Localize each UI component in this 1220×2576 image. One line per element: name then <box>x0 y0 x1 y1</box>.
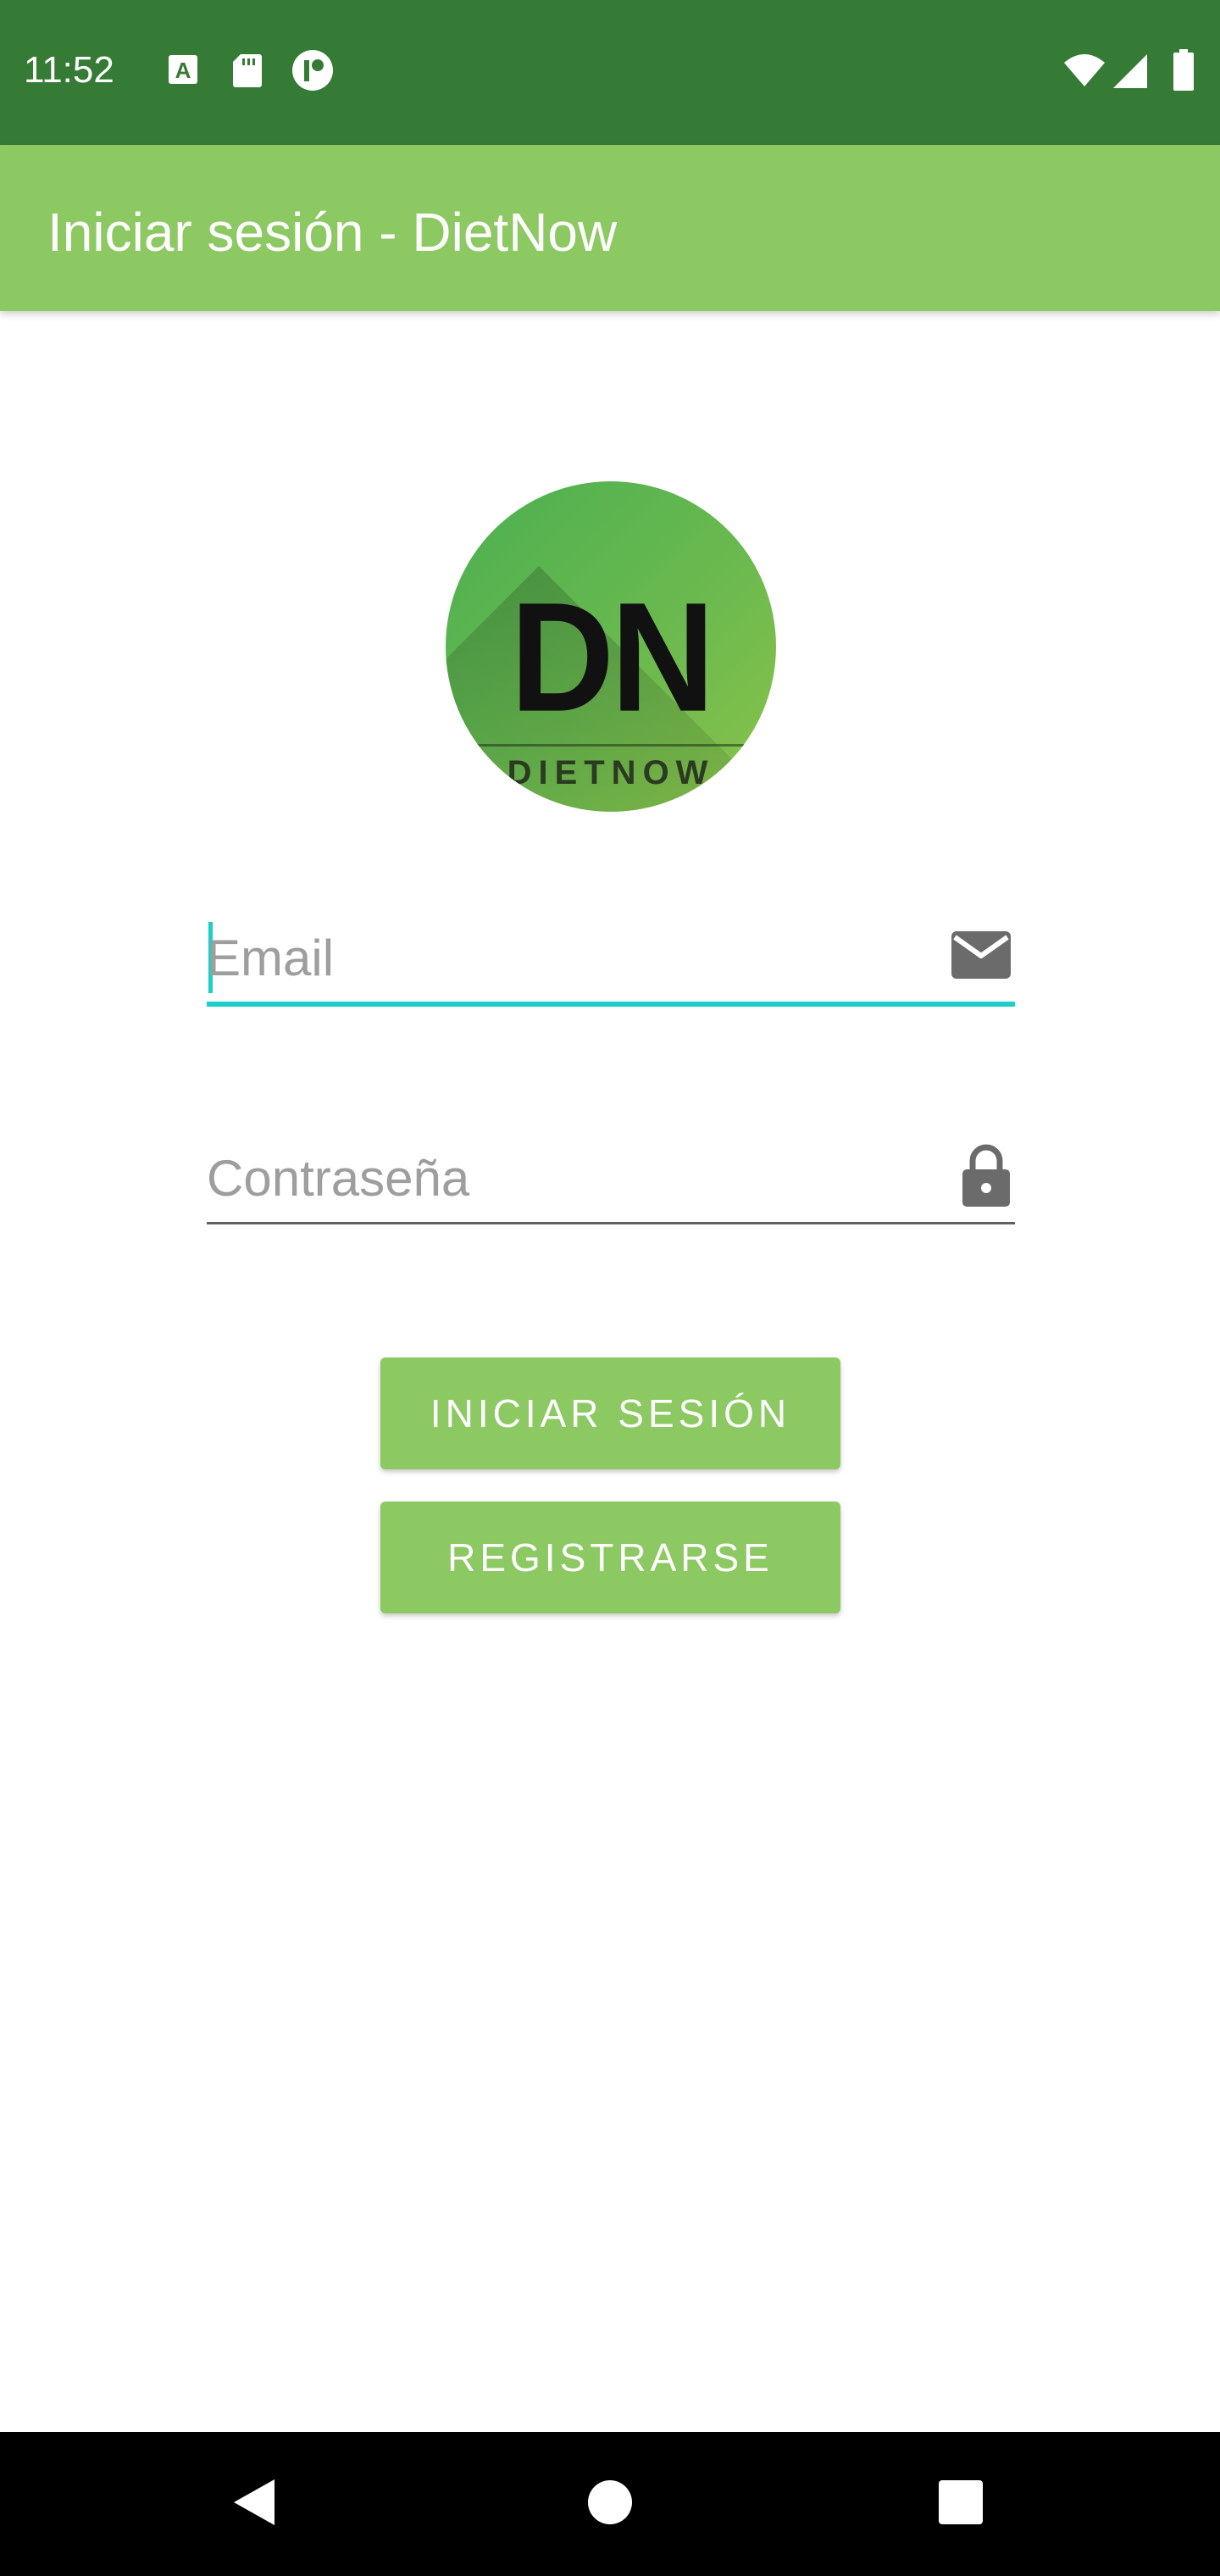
battery-icon <box>1173 49 1195 96</box>
password-underline <box>207 1222 1015 1224</box>
login-button[interactable]: INICIAR SESIÓN <box>380 1357 840 1469</box>
envelope-icon <box>951 930 1012 984</box>
login-screen: 11:52 A Iniciar sesión - DietNow DN DIET… <box>0 0 1220 2576</box>
signal-icon <box>1112 53 1149 94</box>
nav-home-button[interactable] <box>525 2432 695 2576</box>
home-icon <box>587 2479 633 2529</box>
page-title: Iniciar sesión - DietNow <box>47 202 618 263</box>
nav-back-button[interactable] <box>169 2432 339 2576</box>
logo-divider <box>471 744 751 747</box>
svg-text:A: A <box>175 58 191 83</box>
app-notification-icon <box>291 49 334 96</box>
font-a-icon: A <box>166 53 200 91</box>
lock-icon <box>961 1144 1012 1213</box>
password-input[interactable] <box>207 1135 935 1220</box>
nav-recents-button[interactable] <box>876 2432 1045 2576</box>
recents-icon <box>938 2479 984 2529</box>
system-nav-bar <box>0 2432 1220 2576</box>
email-input[interactable] <box>207 915 935 1000</box>
sd-card-icon <box>232 53 263 92</box>
app-logo: DN DIETNOW <box>446 481 776 812</box>
email-underline <box>207 1002 1015 1007</box>
register-button[interactable]: REGISTRARSE <box>380 1502 840 1613</box>
logo-wordmark: DIETNOW <box>507 754 715 791</box>
logo-letters: DN <box>510 570 715 745</box>
password-field[interactable] <box>207 1135 1015 1229</box>
wifi-icon <box>1062 53 1106 92</box>
app-bar: Iniciar sesión - DietNow <box>0 145 1220 311</box>
status-time: 11:52 <box>24 49 114 91</box>
status-bar: 11:52 A <box>0 0 1220 145</box>
back-icon <box>230 2476 278 2533</box>
email-field[interactable] <box>207 915 1015 1008</box>
